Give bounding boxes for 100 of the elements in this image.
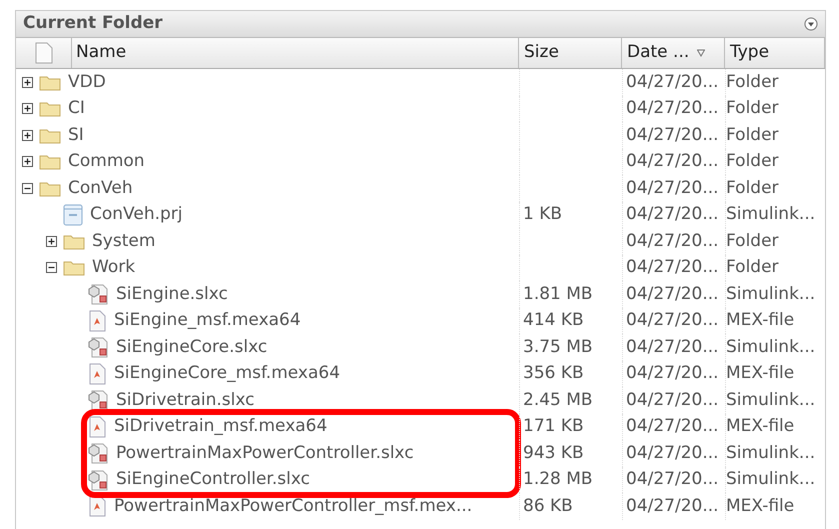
- dropdown-icon[interactable]: [804, 17, 818, 31]
- tree-row[interactable]: SiEngine_msf.mexa64 414 KB 04/27/20... MEX-file: [16, 308, 825, 334]
- model-file-icon: [87, 468, 109, 491]
- file-date: 04/27/20...: [626, 468, 719, 491]
- tree-row[interactable]: VDD 04/27/20... Folder: [16, 69, 825, 96]
- file-name: SiEngineController.slxc: [115, 468, 310, 491]
- file-size: 356 KB: [523, 362, 584, 385]
- project-file-icon: [63, 204, 83, 226]
- file-type: Folder: [726, 124, 779, 146]
- tree-row[interactable]: SiEngine.slxc 1.81 MB 04/27/20... Simulink...: [16, 281, 825, 308]
- file-type: Folder: [726, 70, 779, 94]
- file-type: Folder: [726, 230, 779, 252]
- file-date: 04/27/20...: [626, 494, 719, 518]
- file-date: 04/27/20...: [626, 442, 719, 464]
- tree-row[interactable]: CI 04/27/20... Folder: [16, 96, 825, 122]
- tree-row[interactable]: Work 04/27/20... Folder: [16, 254, 825, 281]
- tree-row[interactable]: SI 04/27/20... Folder: [16, 122, 825, 148]
- mex-file-icon: [87, 416, 107, 438]
- expand-icon[interactable]: [22, 76, 33, 88]
- file-icon: [34, 42, 52, 64]
- file-type: Simulink...: [726, 203, 816, 226]
- file-size: 86 KB: [523, 494, 573, 518]
- tree-row[interactable]: SiEngineController.slxc 1.28 MB 04/27/20... Simulink...: [16, 466, 825, 493]
- tree-row[interactable]: SiDrivetrain_msf.mexa64 171 KB 04/27/20... MEX-file: [16, 414, 825, 440]
- file-date: 04/27/20...: [626, 256, 719, 279]
- folder-icon: [39, 153, 61, 170]
- folder-icon: [63, 232, 85, 250]
- column-header[interactable]: Size: [519, 38, 622, 68]
- file-date: 04/27/20...: [626, 415, 719, 438]
- column-header[interactable]: Type: [725, 38, 825, 68]
- file-type: MEX-file: [726, 494, 794, 518]
- file-date: 04/27/20...: [626, 282, 719, 306]
- collapse-icon[interactable]: [22, 182, 33, 194]
- file-name: SiEngine_msf.mexa64: [113, 309, 301, 332]
- file-type: Simulink...: [726, 282, 816, 306]
- folder-icon: [39, 126, 61, 144]
- file-name: VDD: [67, 70, 106, 94]
- file-type: Folder: [726, 150, 779, 173]
- folder-icon: [39, 180, 61, 197]
- file-name: PowertrainMaxPowerController_msf.mex...: [113, 494, 472, 518]
- tree-row[interactable]: ConVeh.prj 1 KB 04/27/20... Simulink...: [16, 202, 825, 228]
- file-size: 1.28 MB: [523, 468, 593, 491]
- file-date: 04/27/20...: [626, 70, 719, 94]
- file-name: ConVeh: [67, 176, 133, 200]
- file-type: Folder: [726, 176, 779, 200]
- file-size: 171 KB: [523, 415, 584, 438]
- file-type: MEX-file: [726, 309, 794, 332]
- tree-row[interactable]: System 04/27/20... Folder: [16, 228, 825, 254]
- file-type: Simulink...: [726, 442, 816, 464]
- file-size: 1.81 MB: [523, 282, 593, 306]
- file-name: SiEngineCore.slxc: [115, 336, 268, 358]
- file-type: Simulink...: [726, 388, 816, 412]
- mex-file-icon: [87, 310, 107, 332]
- expand-icon[interactable]: [22, 103, 33, 114]
- file-date: 04/27/20...: [626, 230, 719, 252]
- mex-file-icon: [87, 362, 107, 385]
- file-name: Work: [91, 256, 136, 279]
- file-date: 04/27/20...: [626, 309, 719, 332]
- file-date: 04/27/20...: [626, 176, 719, 200]
- expand-icon[interactable]: [46, 236, 57, 247]
- file-date: 04/27/20...: [626, 150, 719, 173]
- model-file-icon: [87, 389, 109, 412]
- file-date: 04/27/20...: [626, 97, 719, 120]
- file-date: 04/27/20...: [626, 362, 719, 385]
- collapse-icon[interactable]: [46, 262, 57, 274]
- tree-row[interactable]: Common 04/27/20... Folder: [16, 148, 825, 175]
- tree-row[interactable]: SiDrivetrain.slxc 2.45 MB 04/27/20... Simulink...: [16, 387, 825, 414]
- tree-row[interactable]: SiEngineCore.slxc 3.75 MB 04/27/20... Simulink...: [16, 334, 825, 360]
- folder-icon: [39, 74, 61, 91]
- file-name: SiDrivetrain.slxc: [115, 388, 254, 412]
- folder-icon: [39, 100, 61, 118]
- file-name: SiEngine.slxc: [115, 282, 228, 306]
- file-type: Folder: [726, 97, 779, 120]
- file-name: System: [91, 230, 156, 252]
- file-name: CI: [67, 97, 85, 120]
- file-type: MEX-file: [726, 415, 794, 438]
- file-size: 414 KB: [523, 309, 584, 332]
- panel-title: Current Folder: [23, 12, 163, 36]
- file-type: Folder: [726, 256, 779, 279]
- column-header[interactable]: Name: [72, 40, 126, 66]
- expand-icon[interactable]: [22, 130, 33, 141]
- file-type: Simulink...: [726, 468, 816, 491]
- file-size: 2.45 MB: [523, 388, 593, 412]
- tree-row[interactable]: PowertrainMaxPowerController_msf.mex... 86 KB 04/27/20... MEX-file: [16, 493, 825, 520]
- mex-file-icon: [87, 495, 107, 518]
- file-date: 04/27/20...: [626, 203, 719, 226]
- file-name: PowertrainMaxPowerController.slxc: [115, 442, 414, 464]
- file-name: SiEngineCore_msf.mexa64: [113, 362, 340, 385]
- tree-row[interactable]: ConVeh 04/27/20... Folder: [16, 175, 825, 202]
- file-size: 1 KB: [523, 203, 562, 226]
- file-name: ConVeh.prj: [89, 203, 182, 226]
- expand-icon[interactable]: [22, 156, 33, 168]
- file-type: Simulink...: [726, 336, 816, 358]
- file-size: 943 KB: [523, 442, 584, 464]
- file-size: 3.75 MB: [523, 336, 593, 358]
- tree-row[interactable]: PowertrainMaxPowerController.slxc 943 KB 04/27/20... Simulink...: [16, 440, 825, 466]
- file-name: Common: [67, 150, 145, 173]
- file-name: SiDrivetrain_msf.mexa64: [113, 415, 328, 438]
- tree-row[interactable]: SiEngineCore_msf.mexa64 356 KB 04/27/20... MEX-file: [16, 360, 825, 387]
- column-header[interactable]: Date ...: [622, 38, 725, 68]
